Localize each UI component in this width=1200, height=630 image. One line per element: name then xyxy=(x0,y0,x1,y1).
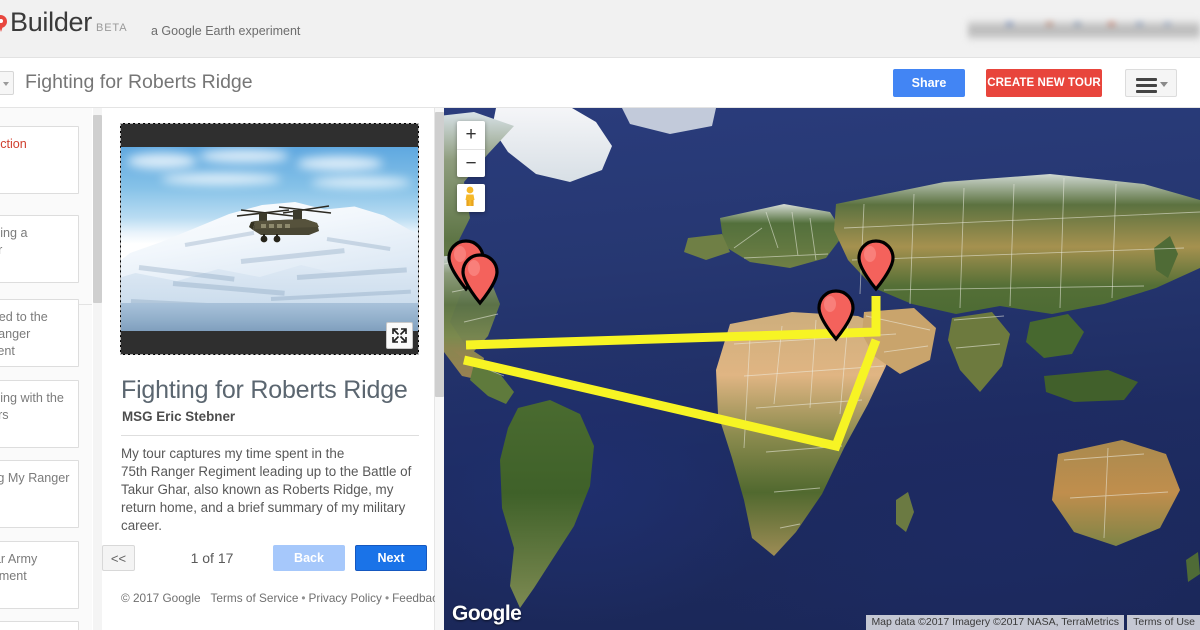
page-title: Fighting for Roberts Ridge xyxy=(25,71,253,93)
map-attribution: Map data ©2017 Imagery ©2017 NASA, Terra… xyxy=(866,615,1124,630)
zoom-out-button[interactable]: − xyxy=(457,149,485,177)
map-terms-of-use-link[interactable]: Terms of Use xyxy=(1127,615,1200,630)
sidebar-item-assigned-75th-ranger-regiment[interactable]: Assigned to the 75th Ranger Regiment xyxy=(0,299,79,367)
account-email-redacted[interactable] xyxy=(968,19,1200,41)
privacy-policy-link[interactable]: Privacy Policy xyxy=(309,591,382,605)
letterbox-bar-bottom xyxy=(121,331,418,354)
sidebar-item-becoming-a-ranger[interactable]: Becoming a Ranger xyxy=(0,215,79,283)
sidebar-collapse-button[interactable] xyxy=(0,71,14,95)
main-menu-button[interactable] xyxy=(1125,69,1177,97)
tour-steps-sidebar: Introduction Becoming a Ranger Assigned … xyxy=(0,108,92,630)
card-description: My tour captures my time spent in the 75… xyxy=(121,445,421,535)
fullscreen-expand-icon[interactable] xyxy=(386,322,413,349)
google-logo: Google xyxy=(452,602,522,625)
sidebar-item-label: Deploying with the Rangers xyxy=(0,391,64,422)
app-header: Builder BETA a Google Earth experiment xyxy=(0,0,1200,58)
page-indicator: 1 of 17 xyxy=(190,550,234,566)
map-zoom-controls: + − xyxy=(457,121,485,177)
sidebar-item-earning-my-ranger-tab[interactable]: Earning My Ranger Tab xyxy=(0,460,79,528)
card-description-line: return home, and a brief summary of my m… xyxy=(121,500,406,515)
sidebar-item-deploying-with-rangers[interactable]: Deploying with the Rangers xyxy=(0,380,79,448)
create-new-tour-button[interactable]: CREATE NEW TOUR xyxy=(986,69,1102,97)
separator: • xyxy=(301,591,306,605)
helicopter-photo xyxy=(121,147,418,333)
card-description-line: career. xyxy=(121,518,162,533)
app-logo[interactable]: Builder BETA xyxy=(0,9,127,36)
beta-badge: BETA xyxy=(95,22,128,34)
tour-path-polylines xyxy=(462,296,881,452)
collapse-panel-button[interactable]: << xyxy=(102,545,135,571)
sidebar-item-label: Introduction xyxy=(0,137,27,151)
card-author: MSG Eric Stebner xyxy=(122,409,236,424)
sidebar-item-regular-army-assignment[interactable]: Regular Army Assignment xyxy=(0,541,79,609)
header-tagline: a Google Earth experiment xyxy=(151,24,301,38)
card-divider xyxy=(121,435,419,436)
chevron-down-icon xyxy=(3,82,9,86)
sidebar-item-next-partial[interactable] xyxy=(0,621,79,630)
card-title: Fighting for Roberts Ridge xyxy=(121,376,408,404)
card-pager: << 1 of 17 Back Next xyxy=(102,545,435,583)
back-button[interactable]: Back xyxy=(273,545,345,571)
hamburger-menu-icon xyxy=(1136,78,1157,96)
copyright-text: © 2017 Google xyxy=(121,591,201,605)
chevron-down-icon xyxy=(1160,82,1168,87)
sidebar-item-label: Becoming a Ranger xyxy=(0,226,28,257)
card-description-line: Takur Ghar, also known as Roberts Ridge,… xyxy=(121,482,394,497)
terms-of-service-link[interactable]: Terms of Service xyxy=(211,591,299,605)
letterbox-bar-top xyxy=(121,124,418,147)
sidebar-item-introduction[interactable]: Introduction xyxy=(0,126,79,194)
zoom-in-button[interactable]: + xyxy=(457,121,485,149)
google-earth-map[interactable]: + − Google Map data ©2017 Imagery ©2017 … xyxy=(444,108,1200,630)
chinook-helicopter xyxy=(236,205,332,243)
card-description-line: My tour captures my time spent in the xyxy=(121,446,345,461)
next-button[interactable]: Next xyxy=(355,545,427,571)
card-media-frame[interactable] xyxy=(120,123,419,355)
sidebar-item-label: Earning My Ranger Tab xyxy=(0,471,70,485)
logo-text: Builder xyxy=(10,7,92,37)
street-view-pegman-icon[interactable] xyxy=(457,184,485,212)
sidebar-item-label: Regular Army Assignment xyxy=(0,552,38,583)
card-description-line: 75th Ranger Regiment leading up to the B… xyxy=(121,464,412,479)
map-pin-icon xyxy=(0,15,7,34)
card-panel-scrollbar-thumb[interactable] xyxy=(435,112,444,397)
separator: • xyxy=(384,591,390,605)
sidebar-scrollbar-thumb[interactable] xyxy=(93,115,102,303)
tour-card-panel: Fighting for Roberts Ridge MSG Eric Steb… xyxy=(102,108,444,630)
sidebar-item-label: Assigned to the 75th Ranger Regiment xyxy=(0,310,48,358)
share-button[interactable]: Share xyxy=(893,69,965,97)
footer-links: © 2017 Google Terms of Service • Privacy Po… xyxy=(121,591,444,605)
